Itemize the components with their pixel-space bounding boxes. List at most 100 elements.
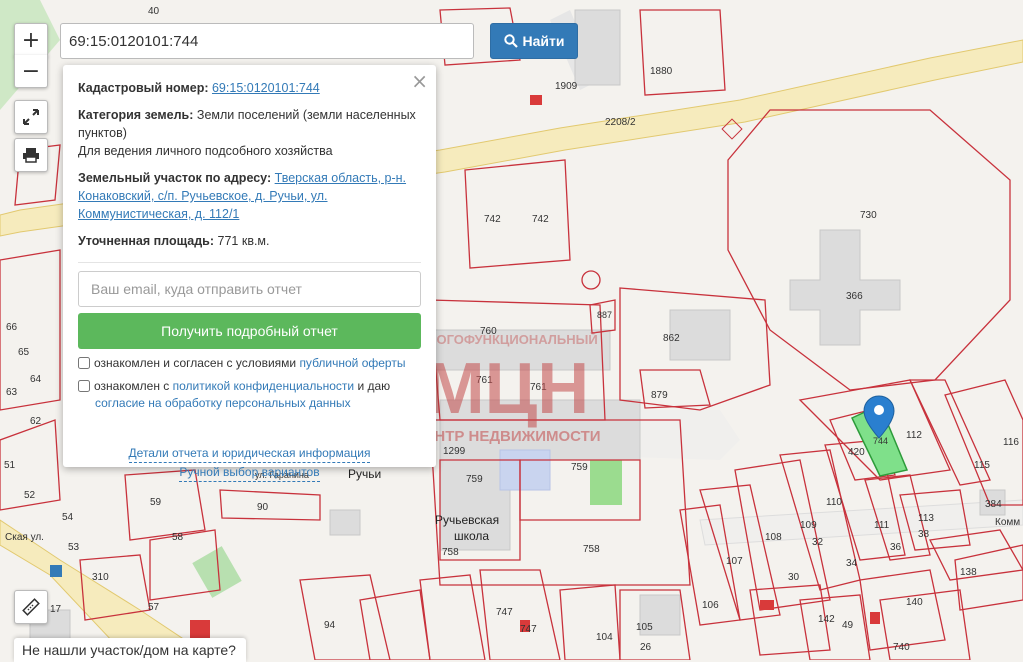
svg-text:366: 366 <box>846 291 863 302</box>
cadastral-number-row: Кадастровый номер: 69:15:0120101:744 <box>78 79 421 97</box>
svg-text:742: 742 <box>532 214 549 225</box>
svg-text:105: 105 <box>636 622 653 633</box>
area-value: 771 кв.м. <box>217 234 270 248</box>
svg-text:66: 66 <box>6 322 18 333</box>
svg-text:730: 730 <box>860 210 877 221</box>
svg-text:1909: 1909 <box>555 81 578 92</box>
email-field[interactable] <box>78 271 421 307</box>
svg-text:109: 109 <box>800 520 817 531</box>
svg-text:40: 40 <box>148 6 160 17</box>
svg-text:740: 740 <box>893 642 910 653</box>
search-button[interactable]: Найти <box>490 23 578 59</box>
land-category-row: Категория земель: Земли поселений (земли… <box>78 106 421 160</box>
ruler-icon <box>22 598 40 616</box>
svg-text:760: 760 <box>480 326 497 337</box>
svg-text:116: 116 <box>1003 437 1019 448</box>
area-label: Уточненная площадь: <box>78 234 215 248</box>
svg-text:94: 94 <box>324 620 336 631</box>
land-usage: Для ведения личного подсобного хозяйства <box>78 144 333 158</box>
svg-text:879: 879 <box>651 390 668 401</box>
svg-text:Ская ул.: Ская ул. <box>5 532 44 543</box>
svg-text:759: 759 <box>466 474 483 485</box>
svg-text:2208/2: 2208/2 <box>605 117 636 128</box>
expand-icon <box>23 109 39 125</box>
close-icon[interactable]: × <box>411 69 428 93</box>
get-report-button[interactable]: Получить подробный отчет <box>78 313 421 349</box>
svg-text:32: 32 <box>812 537 824 548</box>
zoom-out-button[interactable]: − <box>14 55 48 88</box>
fullscreen-button[interactable] <box>14 100 48 134</box>
svg-text:420: 420 <box>848 447 865 458</box>
parcel-info-popup: × Кадастровый номер: 69:15:0120101:744 К… <box>63 65 436 482</box>
address-row: Земельный участок по адресу: Тверская об… <box>78 169 421 223</box>
svg-text:758: 758 <box>583 544 600 555</box>
svg-text:761: 761 <box>476 375 493 386</box>
not-found-button[interactable]: Не нашли участок/дом на карте? <box>14 638 246 662</box>
svg-text:887: 887 <box>597 310 612 320</box>
svg-text:142: 142 <box>818 614 835 625</box>
search-button-label: Найти <box>522 33 565 49</box>
ruler-button[interactable] <box>14 590 48 624</box>
svg-text:53: 53 <box>68 542 80 553</box>
consent-privacy-row: ознакомлен с политикой конфиденциальност… <box>78 378 421 412</box>
consent-privacy-text-2: и даю <box>354 379 391 393</box>
popup-links: Детали отчета и юридическая информация Р… <box>78 444 421 482</box>
offer-checkbox[interactable] <box>78 357 90 369</box>
svg-text:90: 90 <box>257 502 269 513</box>
svg-text:26: 26 <box>640 642 652 653</box>
consent-offer-row: ознакомлен и согласен с условиями публич… <box>78 355 421 372</box>
privacy-policy-link[interactable]: политикой конфиденциальности <box>173 379 354 393</box>
cadastral-label: Кадастровый номер: <box>78 81 209 95</box>
svg-text:744: 744 <box>873 436 888 446</box>
svg-text:38: 38 <box>918 529 930 540</box>
svg-text:758: 758 <box>442 547 459 558</box>
privacy-checkbox[interactable] <box>78 380 90 392</box>
print-button[interactable] <box>14 138 48 172</box>
svg-text:52: 52 <box>24 490 36 501</box>
svg-text:310: 310 <box>92 572 109 583</box>
manual-selection-link[interactable]: Ручной выбор вариантов <box>179 463 320 482</box>
divider <box>78 262 421 263</box>
svg-text:104: 104 <box>596 632 613 643</box>
personal-data-consent-link[interactable]: согласие на обработку персональных данны… <box>95 396 351 410</box>
svg-text:138: 138 <box>960 567 977 578</box>
svg-text:65: 65 <box>18 347 30 358</box>
svg-text:64: 64 <box>30 374 42 385</box>
svg-text:761: 761 <box>530 382 547 393</box>
svg-text:384: 384 <box>985 499 1002 510</box>
svg-text:17: 17 <box>50 604 62 615</box>
report-details-link[interactable]: Детали отчета и юридическая информация <box>128 444 371 463</box>
svg-text:58: 58 <box>172 532 184 543</box>
search-input[interactable] <box>60 23 474 59</box>
svg-text:747: 747 <box>496 607 513 618</box>
svg-text:110: 110 <box>826 497 842 508</box>
svg-text:59: 59 <box>150 497 162 508</box>
svg-text:62: 62 <box>30 416 42 427</box>
printer-icon <box>23 148 39 163</box>
svg-text:742: 742 <box>484 214 501 225</box>
svg-text:36: 36 <box>890 542 902 553</box>
category-label: Категория земель: <box>78 108 194 122</box>
cadastral-number-link[interactable]: 69:15:0120101:744 <box>212 81 320 95</box>
svg-text:54: 54 <box>62 512 74 523</box>
zoom-in-button[interactable]: + <box>14 23 48 57</box>
svg-text:112: 112 <box>906 430 922 441</box>
svg-text:747: 747 <box>520 624 537 635</box>
svg-text:63: 63 <box>6 387 18 398</box>
svg-text:862: 862 <box>663 333 680 344</box>
svg-text:51: 51 <box>4 460 16 471</box>
consent-privacy-text: ознакомлен с <box>94 379 173 393</box>
svg-text:34: 34 <box>846 558 858 569</box>
svg-text:школа: школа <box>454 529 489 543</box>
svg-text:106: 106 <box>702 600 719 611</box>
svg-text:57: 57 <box>148 602 160 613</box>
svg-text:115: 115 <box>974 460 990 471</box>
svg-text:107: 107 <box>726 556 743 567</box>
svg-text:111: 111 <box>874 520 890 531</box>
public-offer-link[interactable]: публичной оферты <box>299 356 405 370</box>
svg-text:49: 49 <box>842 620 854 631</box>
consent-offer-text: ознакомлен и согласен с условиями <box>94 356 300 370</box>
svg-text:Ручьевская: Ручьевская <box>435 513 499 527</box>
area-row: Уточненная площадь: 771 кв.м. <box>78 232 421 250</box>
svg-text:1880: 1880 <box>650 66 673 77</box>
